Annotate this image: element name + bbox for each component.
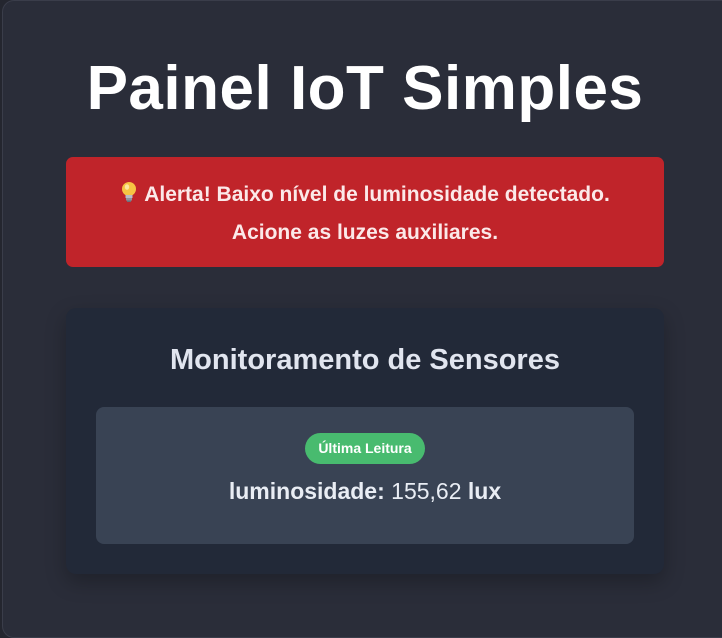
sensor-reading: Última Leitura luminosidade: 155,62 lux — [96, 407, 634, 544]
alert-banner: Alerta! Baixo nível de luminosidade dete… — [66, 157, 664, 267]
alert-message: Alerta! Baixo nível de luminosidade dete… — [144, 183, 610, 206]
luminosity-value: 155,62 — [391, 478, 462, 504]
luminosity-reading: luminosidade: 155,62 lux — [96, 476, 634, 506]
luminosity-label: luminosidade: — [228, 478, 385, 504]
sensor-card: Monitoramento de Sensores Última Leitura… — [66, 308, 664, 574]
alert-line-1: Alerta! Baixo nível de luminosidade dete… — [66, 177, 664, 215]
luminosity-unit: lux — [467, 478, 502, 504]
page-title: Painel IoT Simples — [86, 54, 644, 123]
dashboard-panel: Painel IoT Simples Alerta! Baixo nível d… — [2, 0, 722, 638]
sensor-card-title: Monitoramento de Sensores — [170, 344, 560, 376]
lightbulb-icon — [120, 179, 138, 215]
last-reading-badge: Última Leitura — [305, 433, 425, 464]
alert-line-2: Acione as luzes auxiliares. — [231, 221, 499, 244]
